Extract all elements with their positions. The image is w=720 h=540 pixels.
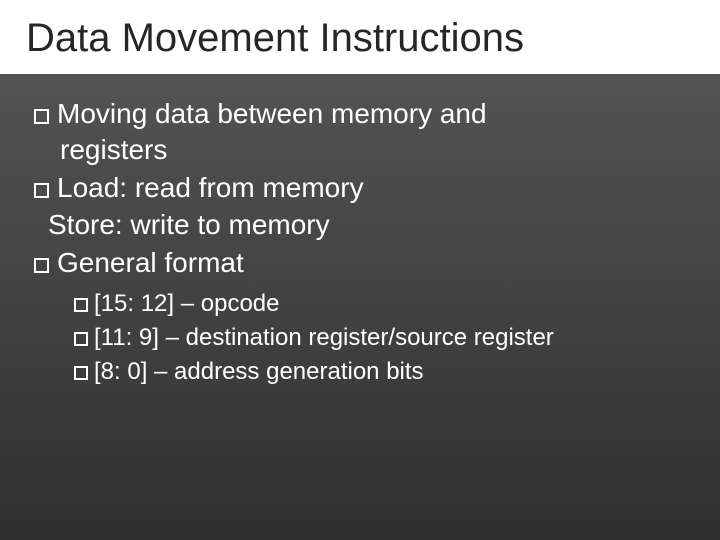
bullet-text: Load: read from memory bbox=[57, 172, 364, 203]
bullet-item: Load: read from memory bbox=[34, 170, 686, 206]
square-bullet-icon bbox=[34, 183, 49, 198]
sub-bullet-item: [8: 0] – address generation bits bbox=[74, 355, 686, 389]
sub-bullet-item: [15: 12] – opcode bbox=[74, 287, 686, 321]
square-bullet-icon bbox=[74, 298, 88, 312]
sub-list: [15: 12] – opcode [11: 9] – destination … bbox=[74, 287, 686, 389]
sub-bullet-text: [11: 9] – destination register/source re… bbox=[94, 324, 554, 351]
square-bullet-icon bbox=[34, 109, 49, 124]
square-bullet-icon bbox=[74, 366, 88, 380]
square-bullet-icon bbox=[34, 258, 49, 273]
bullet-text: Store: write to memory bbox=[48, 209, 330, 240]
bullet-item: General format bbox=[34, 245, 686, 281]
sub-bullet-text: [15: 12] – opcode bbox=[94, 290, 279, 317]
slide-body: Moving data between memory and registers… bbox=[0, 74, 720, 389]
slide-title: Data Movement Instructions bbox=[26, 16, 694, 60]
bullet-text: General format bbox=[57, 247, 244, 278]
bullet-text-cont: registers bbox=[60, 132, 686, 168]
bullet-item: Moving data between memory and registers bbox=[34, 96, 686, 168]
sub-bullet-text: [8: 0] – address generation bits bbox=[94, 358, 424, 385]
bullet-text: Moving data between memory and bbox=[57, 98, 487, 129]
title-bar: Data Movement Instructions bbox=[0, 0, 720, 74]
slide: Data Movement Instructions Moving data b… bbox=[0, 0, 720, 540]
sub-bullet-item: [11: 9] – destination register/source re… bbox=[74, 321, 686, 355]
square-bullet-icon bbox=[74, 332, 88, 346]
bullet-item: Store: write to memory bbox=[48, 207, 686, 243]
